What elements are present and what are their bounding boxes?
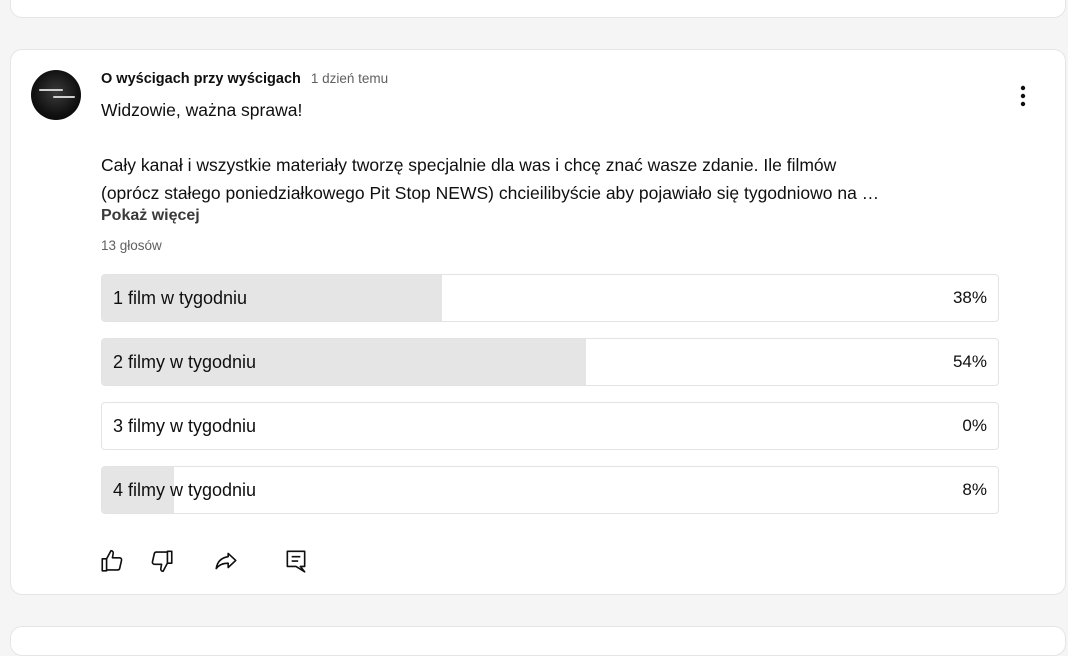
previous-post-card (10, 0, 1066, 18)
community-post-card: O wyścigach przy wyścigach 1 dzień temu … (10, 49, 1066, 595)
poll-option-percent: 54% (952, 352, 987, 371)
post-body: Cały kanał i wszystkie materiały tworzę … (101, 151, 991, 207)
poll-option-label: 4 filmy w tygodniu (113, 480, 257, 500)
poll-option-percent: 0% (962, 416, 987, 435)
poll-option[interactable]: 2 filmy w tygodniu 54% (101, 338, 999, 386)
share-icon (215, 552, 237, 570)
poll-option[interactable]: 4 filmy w tygodniu 8% (101, 466, 999, 514)
post-body-line: (oprócz stałego poniedziałkowego Pit Sto… (101, 183, 880, 203)
avatar-logo-line (39, 89, 63, 91)
poll-option-label: 3 filmy w tygodniu (113, 416, 257, 436)
more-vert-icon (1020, 85, 1026, 107)
poll-option-label: 2 filmy w tygodniu (113, 352, 257, 372)
action-menu-button[interactable] (1006, 82, 1040, 110)
poll-option[interactable]: 3 filmy w tygodniu 0% (101, 402, 999, 450)
avatar-logo-line (53, 96, 75, 98)
post-title: Widzowie, ważna sprawa! (101, 100, 303, 120)
thumb-up-icon (101, 549, 123, 572)
like-button[interactable] (97, 546, 127, 576)
thumb-down-icon (151, 550, 173, 573)
poll-option-percent: 8% (962, 480, 987, 499)
vote-count: 13 głosów (101, 238, 162, 253)
share-button[interactable] (211, 546, 241, 576)
channel-avatar[interactable] (31, 70, 81, 120)
dislike-button[interactable] (147, 546, 177, 576)
show-more-button[interactable]: Pokaż więcej (101, 207, 200, 225)
next-post-card (10, 626, 1066, 656)
channel-name[interactable]: O wyścigach przy wyścigach (101, 71, 301, 87)
post-time[interactable]: 1 dzień temu (311, 71, 388, 86)
poll-option-percent: 38% (952, 288, 987, 307)
comment-button[interactable] (281, 546, 311, 576)
poll-option-label: 1 film w tygodniu (113, 288, 248, 308)
poll-options: 1 film w tygodniu 38% 2 filmy w tygodniu… (101, 274, 999, 530)
post-header: O wyścigach przy wyścigach 1 dzień temu (101, 71, 388, 91)
post-body-line: Cały kanał i wszystkie materiały tworzę … (101, 155, 837, 175)
poll-option[interactable]: 1 film w tygodniu 38% (101, 274, 999, 322)
comment-icon (286, 550, 306, 573)
